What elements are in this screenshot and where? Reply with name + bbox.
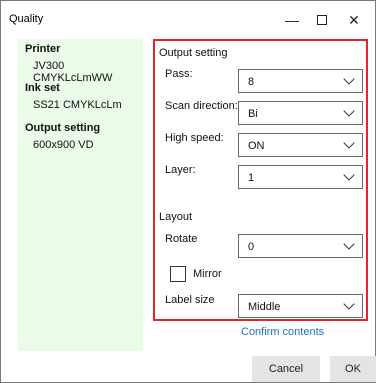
layer-select[interactable]: 1 <box>238 165 363 189</box>
scan-direction-select[interactable]: Bi <box>238 101 363 125</box>
cancel-button[interactable]: Cancel <box>252 356 320 382</box>
inkset-heading: Ink set <box>25 82 60 94</box>
pass-value: 8 <box>248 76 255 88</box>
chevron-down-icon <box>343 238 355 250</box>
minimize-icon: — <box>285 12 299 28</box>
inkset-value: SS21 CMYKLcLm <box>33 99 122 111</box>
chevron-down-icon <box>343 169 355 181</box>
ok-button[interactable]: OK <box>330 356 376 382</box>
chevron-down-icon <box>343 73 355 85</box>
title-bar: Quality — ✕ <box>1 1 375 39</box>
minimize-button[interactable]: — <box>277 7 307 33</box>
close-button[interactable]: ✕ <box>339 7 369 33</box>
chevron-down-icon <box>343 105 355 117</box>
output-setting-heading: Output setting <box>25 122 101 134</box>
chevron-down-icon <box>343 298 355 310</box>
confirm-contents-link[interactable]: Confirm contents <box>241 326 324 338</box>
layer-value: 1 <box>248 172 255 184</box>
summary-panel: Printer JV300 CMYKLcLmWW Ink set SS21 CM… <box>18 39 143 351</box>
high-speed-label: High speed: <box>165 132 224 144</box>
label-size-select[interactable]: Middle <box>238 294 363 318</box>
printer-heading: Printer <box>25 43 61 55</box>
close-icon: ✕ <box>348 11 360 28</box>
high-speed-value: ON <box>248 140 265 152</box>
pass-label: Pass: <box>165 68 193 80</box>
mirror-label: Mirror <box>193 268 222 280</box>
output-setting-value: 600x900 VD <box>33 139 94 151</box>
high-speed-select[interactable]: ON <box>238 133 363 157</box>
maximize-button[interactable] <box>307 7 337 33</box>
rotate-label: Rotate <box>165 233 198 245</box>
output-setting-section-title: Output setting <box>159 47 228 59</box>
scan-direction-label: Scan direction: <box>165 100 238 112</box>
rotate-select[interactable]: 0 <box>238 234 363 258</box>
chevron-down-icon <box>343 137 355 149</box>
settings-panel: Output setting Pass: 8 Scan direction: B… <box>153 39 368 321</box>
label-size-label: Label size <box>165 294 215 306</box>
maximize-icon <box>317 15 327 25</box>
mirror-checkbox[interactable] <box>170 266 186 282</box>
layer-label: Layer: <box>165 164 196 176</box>
printer-value: JV300 CMYKLcLmWW <box>33 60 113 84</box>
quality-dialog: Quality — ✕ Printer JV300 CMYKLcLmWW Ink… <box>0 0 376 383</box>
rotate-value: 0 <box>248 241 255 253</box>
label-size-value: Middle <box>248 301 281 313</box>
pass-select[interactable]: 8 <box>238 69 363 93</box>
scan-direction-value: Bi <box>248 108 258 120</box>
layout-section-title: Layout <box>159 211 193 223</box>
window-title: Quality <box>9 13 44 25</box>
